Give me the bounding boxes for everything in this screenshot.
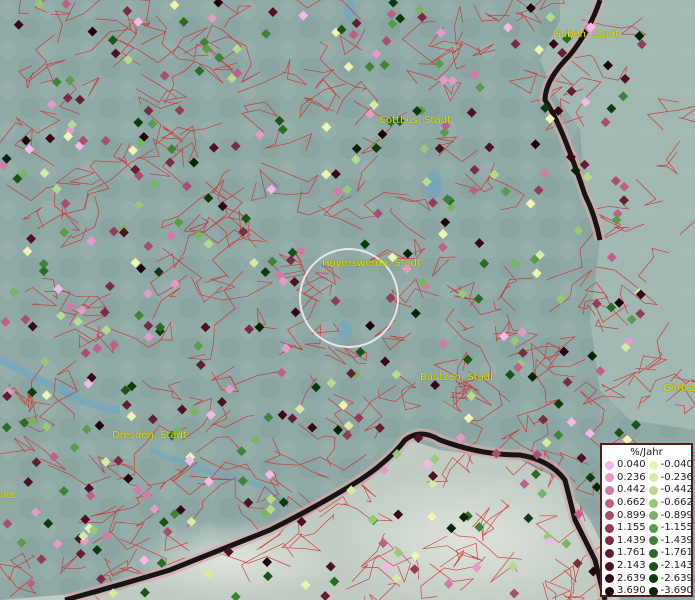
legend-swatch	[648, 586, 658, 596]
legend-value: -3.690	[660, 585, 693, 597]
legend-entry-negative: -0.040	[646, 459, 693, 471]
legend-swatch	[605, 536, 614, 546]
legend-row: 1.155 -1.155	[602, 522, 693, 535]
legend-row: 0.040 -0.040	[602, 459, 693, 472]
legend-entry-negative: -1.155	[646, 522, 693, 534]
city-label-cottbus: Cottbus, Stadt	[379, 115, 451, 126]
legend-entry-negative: -0.662	[646, 497, 693, 509]
legend-row: 0.442 -0.442	[602, 484, 693, 497]
city-label-goerlitz: Görlitz	[663, 383, 695, 394]
legend-entry-positive: 2.143	[602, 561, 646, 571]
legend-entry-positive: 2.639	[602, 572, 646, 584]
legend-swatch	[605, 460, 614, 470]
legend-entry-negative: -0.236	[646, 471, 693, 483]
legend-entry-negative: -0.442	[646, 484, 693, 496]
legend-value: 1.439	[617, 534, 646, 546]
legend-value: 0.040	[617, 459, 646, 471]
legend-row: 0.899 -0.899	[602, 509, 693, 522]
legend-entry-positive: 1.761	[602, 548, 646, 558]
legend-entry-positive: 0.236	[602, 471, 646, 483]
legend-title: %/Jahr	[630, 447, 663, 458]
legend-row: 1.761 -1.761	[602, 547, 693, 560]
legend-swatch	[605, 561, 614, 571]
legend-swatch	[605, 473, 614, 483]
legend-entry-positive: 1.439	[602, 534, 646, 546]
legend-row: 2.639 -2.639	[602, 572, 693, 585]
legend-value: 2.639	[617, 572, 646, 584]
legend-entry-positive: 0.442	[602, 485, 646, 495]
legend-entry-negative: -1.761	[646, 547, 693, 559]
legend-value: 0.442	[617, 484, 646, 496]
legend-row: 0.236 -0.236	[602, 471, 693, 485]
legend-swatch	[605, 548, 614, 558]
legend-row: 0.662 -0.662	[602, 497, 693, 510]
legend-entry-positive: 0.040	[602, 460, 646, 470]
legend-entry-positive: 0.899	[602, 509, 646, 521]
legend-swatch	[648, 536, 658, 546]
legend-swatch	[648, 473, 658, 483]
legend-entry-negative: -1.439	[646, 534, 693, 546]
legend-value: -0.236	[660, 471, 693, 483]
legend-value: -1.761	[660, 547, 693, 559]
city-label-bautzen: Bautzen, Stadt	[420, 372, 495, 383]
legend: %/Jahr 0.040 -0.040 0.236 -0.236 0.442 -0.442…	[600, 443, 693, 597]
legend-value: 0.899	[617, 509, 646, 521]
legend-swatch	[605, 574, 614, 584]
legend-value: -0.442	[660, 484, 693, 496]
legend-row: 2.143 -2.143	[602, 560, 693, 573]
city-label-dresden: Dresden, Stadt	[112, 430, 187, 441]
legend-swatch	[648, 460, 658, 470]
legend-row: 3.690 -3.690	[602, 585, 693, 598]
legend-swatch	[648, 511, 658, 521]
legend-value: -2.143	[660, 560, 693, 572]
legend-entry-negative: -3.690	[646, 585, 693, 597]
city-label-partial: adt	[0, 490, 17, 501]
legend-value: -1.439	[660, 534, 693, 546]
legend-value: -0.040	[660, 459, 693, 471]
legend-swatch	[605, 523, 614, 533]
legend-entry-positive: 0.662	[602, 498, 646, 508]
legend-swatch	[648, 523, 658, 533]
legend-value: 3.690	[617, 585, 646, 597]
legend-rows: 0.040 -0.040 0.236 -0.236 0.442 -0.442 0.662 -0…	[602, 459, 693, 598]
legend-swatch	[648, 485, 658, 495]
legend-entry-negative: -2.639	[646, 572, 693, 584]
legend-swatch	[648, 561, 658, 571]
legend-value: 1.155	[617, 522, 646, 534]
legend-swatch	[605, 586, 614, 596]
legend-swatch	[605, 498, 614, 508]
legend-swatch	[648, 548, 658, 558]
legend-value: -0.899	[660, 509, 693, 521]
legend-swatch	[605, 485, 614, 495]
legend-entry-negative: -0.899	[646, 509, 693, 521]
legend-entry-positive: 3.690	[602, 586, 646, 596]
city-label-hoyerswerda: Hoyerswerda, Stadt	[322, 258, 421, 269]
legend-value: 0.662	[617, 497, 646, 509]
legend-value: -0.662	[660, 497, 693, 509]
lake	[344, 0, 356, 20]
legend-swatch	[648, 498, 658, 508]
legend-value: 2.143	[617, 560, 646, 572]
legend-value: 0.236	[617, 471, 646, 483]
legend-value: -2.639	[660, 572, 693, 584]
lake	[338, 320, 352, 340]
legend-swatch	[648, 574, 658, 584]
legend-entry-positive: 1.155	[602, 523, 646, 533]
legend-entry-negative: -2.143	[646, 560, 693, 572]
map-canvas[interactable]	[0, 0, 695, 600]
legend-row: 1.439 -1.439	[602, 534, 693, 548]
legend-value: -1.155	[660, 522, 693, 534]
legend-swatch	[605, 511, 614, 521]
city-label-guben: Guben, Stadt	[553, 29, 619, 40]
legend-value: 1.761	[617, 547, 646, 559]
